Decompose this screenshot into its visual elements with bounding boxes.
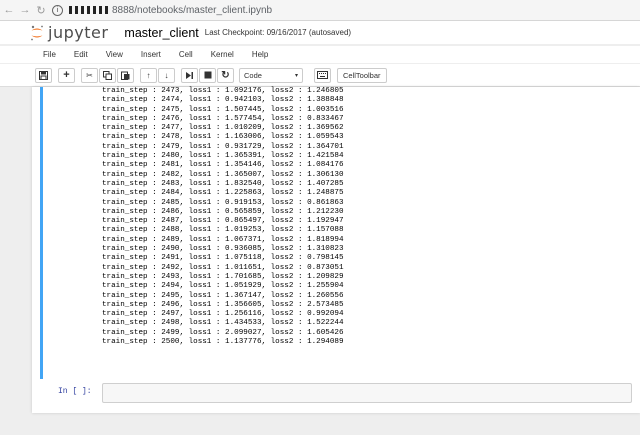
jupyter-logo[interactable]: jupyter (30, 23, 108, 42)
menu-file[interactable]: File (34, 50, 65, 59)
address-bar-url[interactable]: 8888/notebooks/master_client.ipynb (112, 5, 272, 16)
output-line: train_step : 2480, loss1 : 1.365391, los… (102, 152, 344, 161)
back-icon[interactable]: ← (2, 4, 16, 16)
cut-icon[interactable]: ✂ (81, 67, 98, 83)
restart-kernel-icon[interactable]: ↻ (217, 67, 234, 83)
info-icon[interactable]: i (52, 4, 63, 16)
redacted-host (69, 6, 109, 14)
notebook-name[interactable]: master_client (124, 26, 198, 40)
output-line: train_step : 2488, loss1 : 1.019253, los… (102, 226, 344, 235)
output-line: train_step : 2479, loss1 : 0.931729, los… (102, 142, 344, 151)
menu-help[interactable]: Help (243, 50, 277, 59)
output-line: train_step : 2500, loss1 : 1.137776, los… (102, 338, 344, 347)
jupyter-logo-icon (30, 25, 44, 41)
output-line: train_step : 2489, loss1 : 1.067371, los… (102, 235, 344, 244)
output-line: train_step : 2495, loss1 : 1.367147, los… (102, 291, 344, 300)
menu-kernel[interactable]: Kernel (202, 50, 243, 59)
run-cell-icon[interactable] (181, 67, 198, 83)
checkpoint-status: Last Checkpoint: 09/16/2017 (autosaved) (204, 28, 352, 37)
output-line: train_step : 2473, loss1 : 1.092176, los… (102, 87, 344, 95)
output-line: train_step : 2477, loss1 : 1.010209, los… (102, 124, 344, 133)
reload-icon[interactable]: ↻ (34, 4, 48, 17)
output-line: train_step : 2474, loss1 : 0.942103, los… (102, 96, 344, 105)
input-prompt: In [ ]: (58, 387, 92, 396)
command-palette-keyboard-icon[interactable] (314, 67, 331, 83)
menu-view[interactable]: View (97, 50, 132, 59)
selected-output-cell[interactable]: train_step : 2473, loss1 : 1.092176, los… (40, 87, 640, 379)
menu-cell[interactable]: Cell (170, 50, 202, 59)
output-line: train_step : 2492, loss1 : 1.011651, los… (102, 263, 344, 272)
output-line: train_step : 2493, loss1 : 1.701685, los… (102, 272, 344, 281)
stop-kernel-icon[interactable] (199, 67, 216, 83)
output-line: train_step : 2499, loss1 : 2.099027, los… (102, 328, 344, 337)
chevron-down-icon: ▾ (294, 72, 298, 79)
output-line: train_step : 2486, loss1 : 0.565859, los… (102, 207, 344, 216)
code-input-area[interactable] (102, 383, 632, 403)
jupyter-logo-text: jupyter (48, 23, 109, 42)
copy-icon[interactable] (99, 67, 116, 83)
output-line: train_step : 2482, loss1 : 1.365007, los… (102, 170, 344, 179)
browser-bar: ← → ↻ i 8888/notebooks/master_client.ipy… (0, 0, 640, 21)
paste-icon[interactable] (117, 67, 134, 83)
cell-type-value: Code (244, 70, 262, 80)
output-line: train_step : 2487, loss1 : 0.865497, los… (102, 217, 344, 226)
insert-cell-plus-icon[interactable]: + (58, 67, 75, 83)
notebook-header: jupyter master_client Last Checkpoint: 0… (0, 21, 640, 44)
cell-type-select[interactable]: Code ▾ (239, 67, 303, 83)
celltoolbar-button[interactable]: CellToolbar (337, 67, 387, 83)
move-down-arrow-icon[interactable]: ↓ (158, 67, 175, 83)
move-up-arrow-icon[interactable]: ↑ (140, 67, 157, 83)
output-line: train_step : 2494, loss1 : 1.051929, los… (102, 282, 344, 291)
menu-insert[interactable]: Insert (132, 50, 170, 59)
forward-icon[interactable]: → (18, 4, 32, 16)
notebook-container: train_step : 2473, loss1 : 1.092176, los… (32, 87, 640, 413)
output-line: train_step : 2490, loss1 : 0.936085, los… (102, 245, 344, 254)
output-line: train_step : 2498, loss1 : 1.434533, los… (102, 319, 344, 328)
empty-code-cell[interactable]: In [ ]: (40, 382, 640, 404)
output-line: train_step : 2478, loss1 : 1.163006, los… (102, 133, 344, 142)
output-line: train_step : 2496, loss1 : 1.356605, los… (102, 300, 344, 309)
menu-bar: File Edit View Insert Cell Kernel Help (0, 46, 640, 63)
output-line: train_step : 2483, loss1 : 1.832540, los… (102, 179, 344, 188)
output-line: train_step : 2485, loss1 : 0.919153, los… (102, 198, 344, 207)
output-line: train_step : 2484, loss1 : 1.225863, los… (102, 189, 344, 198)
toolbar: + ✂ ↑ ↓ ↻ Code ▾ CellToolbar (0, 64, 640, 87)
output-line: train_step : 2497, loss1 : 1.256116, los… (102, 310, 344, 319)
output-line: train_step : 2476, loss1 : 1.577454, los… (102, 114, 344, 123)
save-icon[interactable] (35, 67, 52, 83)
output-line: train_step : 2491, loss1 : 1.075118, los… (102, 254, 344, 263)
output-line: train_step : 2481, loss1 : 1.354146, los… (102, 161, 344, 170)
cell-output-text: train_step : 2473, loss1 : 1.092176, los… (102, 87, 640, 347)
menu-edit[interactable]: Edit (65, 50, 97, 59)
output-line: train_step : 2475, loss1 : 1.507445, los… (102, 105, 344, 114)
